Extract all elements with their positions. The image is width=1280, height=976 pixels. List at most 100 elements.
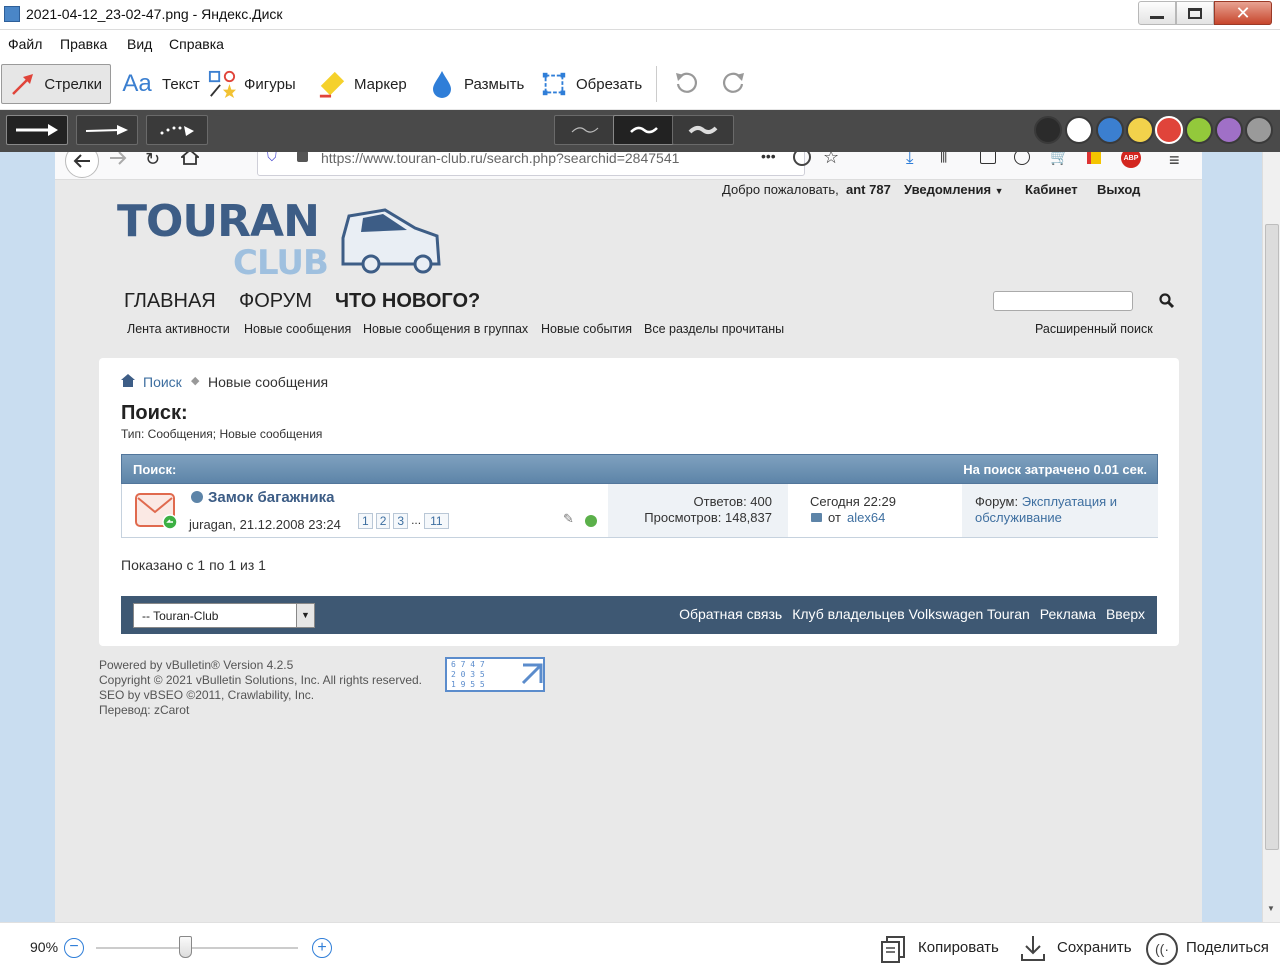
- forum-label: Форум:: [975, 494, 1019, 509]
- notifications-link[interactable]: Уведомления ▼: [904, 182, 1004, 197]
- menu-edit[interactable]: Правка: [60, 36, 107, 52]
- username-link[interactable]: ant 787: [846, 182, 891, 197]
- menu-file[interactable]: Файл: [8, 36, 42, 52]
- tool-crop[interactable]: Обрезать: [532, 64, 650, 104]
- redo-icon[interactable]: [721, 70, 747, 99]
- footer-ads-link[interactable]: Реклама: [1040, 606, 1096, 622]
- save-button[interactable]: Сохранить: [1057, 939, 1132, 956]
- subnav-group-posts[interactable]: Новые сообщения в группах: [363, 322, 528, 336]
- reload-icon[interactable]: ↻: [145, 152, 160, 170]
- page-link-2[interactable]: 2: [375, 513, 391, 529]
- reader-icon[interactable]: [980, 152, 996, 164]
- app-icon: [4, 6, 20, 22]
- last-post-icon[interactable]: [811, 513, 822, 522]
- cart-icon[interactable]: 🛒: [1050, 152, 1069, 166]
- search-icon[interactable]: [1159, 293, 1175, 312]
- arrow-style-thin[interactable]: [76, 115, 138, 145]
- library-icon[interactable]: ⫼: [940, 152, 947, 166]
- close-icon: ✕: [1235, 2, 1251, 23]
- tool-text[interactable]: Aa Текст: [112, 64, 208, 104]
- thread-status-icon: [134, 490, 180, 533]
- arrow-style-dotted[interactable]: [146, 115, 208, 145]
- style-select[interactable]: -- Touran-Club ▼: [133, 603, 315, 628]
- scrollbar-thumb[interactable]: [1265, 224, 1279, 850]
- undo-icon[interactable]: [673, 70, 699, 99]
- thread-starter[interactable]: juragan, 21.12.2008 23:24: [189, 517, 341, 532]
- go-to-new-icon[interactable]: [191, 491, 203, 503]
- save-icon[interactable]: [1020, 934, 1046, 965]
- adblock-icon[interactable]: ABP: [1121, 152, 1141, 168]
- minimize-icon: [1150, 15, 1164, 19]
- breadcrumb-search-link[interactable]: Поиск: [143, 374, 182, 390]
- page-link-3[interactable]: 3: [393, 513, 409, 529]
- shield-icon[interactable]: ⛉: [267, 152, 277, 165]
- arrow-tool-icon: [10, 70, 36, 98]
- color-red[interactable]: [1155, 116, 1183, 144]
- style-select-value: -- Touran-Club: [142, 609, 219, 623]
- hamburger-icon[interactable]: ≡: [1169, 152, 1180, 171]
- share-button[interactable]: Поделиться: [1186, 939, 1269, 956]
- tool-arrows[interactable]: Стрелки: [1, 64, 111, 104]
- bookmark-star-icon[interactable]: ☆: [823, 152, 839, 168]
- zoom-in-icon[interactable]: +: [312, 938, 332, 958]
- advanced-search-link[interactable]: Расширенный поиск: [1035, 322, 1153, 336]
- zoom-slider-thumb[interactable]: [179, 936, 192, 958]
- logout-link[interactable]: Выход: [1097, 182, 1140, 197]
- thread-title-link[interactable]: Замок багажника: [208, 489, 334, 506]
- close-button[interactable]: ✕: [1214, 1, 1272, 25]
- scroll-down-icon[interactable]: ▼: [1267, 904, 1275, 913]
- search-input[interactable]: [993, 291, 1133, 311]
- color-green[interactable]: [1185, 116, 1213, 144]
- last-post-user-link[interactable]: alex64: [847, 510, 885, 525]
- color-blue[interactable]: [1096, 116, 1124, 144]
- subnav-new-posts[interactable]: Новые сообщения: [244, 322, 351, 336]
- footer-feedback-link[interactable]: Обратная связь: [679, 606, 782, 622]
- zoom-out-icon[interactable]: −: [64, 938, 84, 958]
- bookmark-flag-icon[interactable]: [1087, 152, 1101, 164]
- tool-shapes[interactable]: Фигуры: [200, 64, 304, 104]
- forward-icon[interactable]: [109, 152, 127, 168]
- page-link-last[interactable]: 11: [424, 513, 449, 529]
- color-purple[interactable]: [1215, 116, 1243, 144]
- stroke-thin[interactable]: [554, 115, 616, 145]
- footer-club-link[interactable]: Клуб владельцев Volkswagen Touran: [792, 606, 1030, 622]
- account-icon[interactable]: [1014, 152, 1030, 165]
- subnav-activity[interactable]: Лента активности: [127, 322, 230, 336]
- home-breadcrumb-icon[interactable]: [121, 374, 135, 390]
- footer-top-link[interactable]: Вверх: [1106, 606, 1145, 622]
- nav-home[interactable]: ГЛАВНАЯ: [124, 290, 216, 313]
- nav-whats-new[interactable]: ЧТО НОВОГО?: [335, 290, 480, 313]
- more-icon[interactable]: •••: [761, 152, 776, 164]
- nav-forum[interactable]: ФОРУМ: [239, 290, 312, 313]
- url-text[interactable]: https://www.touran-club.ru/search.php?se…: [321, 152, 679, 166]
- menu-view[interactable]: Вид: [127, 36, 152, 52]
- home-icon[interactable]: [179, 152, 201, 168]
- tool-blur[interactable]: Размыть: [420, 64, 532, 104]
- maximize-button[interactable]: [1176, 1, 1214, 25]
- color-black[interactable]: [1034, 116, 1062, 144]
- stroke-medium[interactable]: [613, 115, 675, 145]
- vertical-scrollbar[interactable]: ▼: [1262, 152, 1280, 922]
- stroke-thick[interactable]: [672, 115, 734, 145]
- share-icon[interactable]: ((·: [1146, 933, 1178, 965]
- cabinet-link[interactable]: Кабинет: [1025, 182, 1078, 197]
- minimize-button[interactable]: [1138, 1, 1176, 25]
- copy-icon[interactable]: [880, 935, 906, 966]
- pocket-icon[interactable]: [793, 152, 811, 166]
- shapes-tool-icon: [208, 70, 236, 98]
- tool-marker[interactable]: Маркер: [310, 64, 415, 104]
- touran-club-logo[interactable]: TOURAN CLUB: [117, 196, 447, 283]
- color-gray[interactable]: [1245, 116, 1273, 144]
- zoom-slider[interactable]: [96, 947, 298, 949]
- subnav-new-events[interactable]: Новые события: [541, 322, 632, 336]
- liveinternet-counter[interactable]: 6 7 4 7 2 0 3 5 1 9 5 5: [445, 657, 545, 692]
- subnav-mark-read[interactable]: Все разделы прочитаны: [644, 322, 784, 336]
- page-link-1[interactable]: 1: [358, 513, 373, 529]
- color-yellow[interactable]: [1126, 116, 1154, 144]
- back-icon[interactable]: [65, 152, 99, 178]
- arrow-style-straight[interactable]: [6, 115, 68, 145]
- color-white[interactable]: [1065, 116, 1093, 144]
- copy-button[interactable]: Копировать: [918, 939, 999, 956]
- download-icon[interactable]: ⤓: [906, 152, 914, 168]
- menu-help[interactable]: Справка: [169, 36, 224, 52]
